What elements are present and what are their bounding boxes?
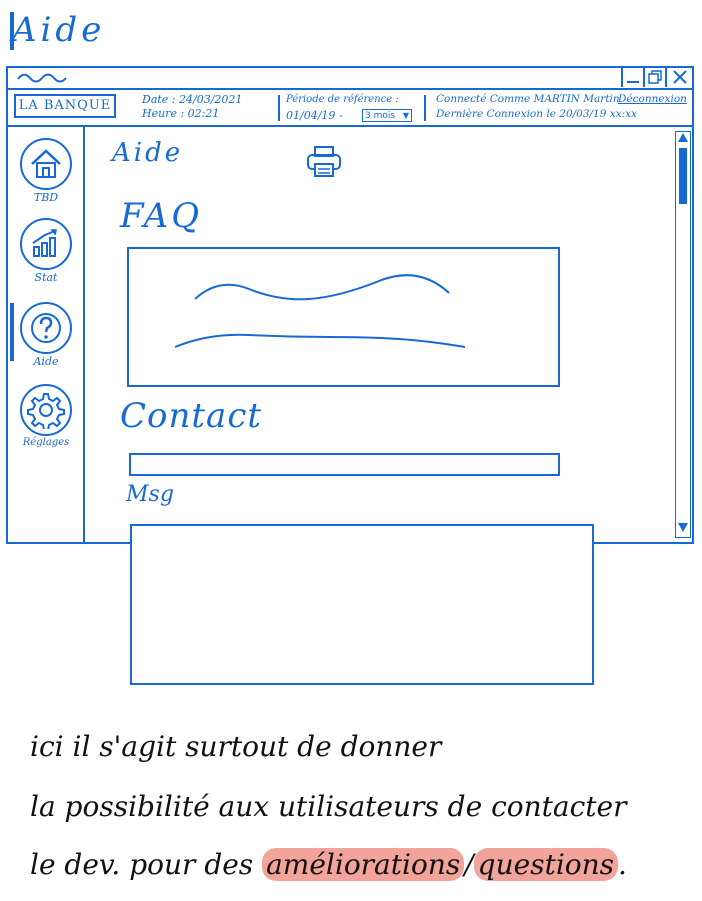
minimize-button[interactable] — [621, 67, 642, 87]
help-icon — [20, 302, 72, 354]
titlebar-divider — [6, 88, 694, 90]
message-textarea[interactable] — [130, 524, 594, 685]
highlight-improvements: améliorations — [262, 848, 465, 881]
content-heading: Aide — [112, 138, 184, 168]
logout-link[interactable]: Déconnexion — [618, 93, 687, 106]
bank-logo: LA BANQUE — [14, 94, 116, 118]
contact-input[interactable] — [129, 453, 560, 476]
note-line-3-suffix: . — [618, 848, 627, 881]
restore-icon — [647, 70, 662, 84]
scroll-up-icon[interactable] — [678, 133, 688, 142]
chart-icon — [20, 218, 72, 270]
connected-user: Connecté Comme MARTIN Martin — [436, 93, 620, 105]
sidebar-item-stat[interactable]: Stat — [12, 218, 80, 284]
header-separator — [424, 95, 426, 121]
faq-text-placeholder — [174, 274, 466, 348]
minimize-icon — [626, 81, 639, 83]
date-text: Date : 24/03/2021 — [142, 93, 243, 106]
scroll-down-icon[interactable] — [678, 523, 688, 532]
highlight-questions: questions — [473, 848, 619, 881]
sidebar-item-tbd[interactable]: TBD — [12, 138, 80, 204]
faq-panel — [127, 247, 560, 387]
sidebar-item-label: Réglages — [22, 437, 70, 448]
scrollbar-thumb[interactable] — [679, 148, 687, 204]
contact-title: Contact — [120, 396, 263, 436]
faq-title: FAQ — [120, 196, 203, 236]
sidebar-item-label: Stat — [34, 271, 58, 284]
note-line-3: le dev. pour des améliorations / questions… — [30, 848, 690, 881]
home-icon — [20, 138, 72, 190]
app-menu-icon[interactable] — [16, 70, 72, 84]
sidebar-item-label: Aide — [33, 355, 59, 368]
sidebar-item-label: TBD — [33, 191, 59, 204]
note-line-3-sep: / — [464, 848, 474, 881]
chevron-down-icon: ▼ — [402, 111, 409, 120]
print-icon[interactable] — [306, 145, 342, 179]
close-button[interactable] — [665, 67, 693, 87]
header-separator — [278, 95, 280, 121]
page-title: Aide — [12, 10, 106, 50]
message-title: Msg — [126, 482, 174, 507]
period-label: Période de référence : — [286, 94, 399, 105]
header-divider — [6, 125, 694, 127]
sidebar-divider — [83, 126, 85, 544]
period-select[interactable]: 3 mois ▼ — [362, 109, 412, 122]
gear-icon — [20, 384, 72, 436]
time-text: Heure : 02:21 — [142, 107, 220, 120]
sidebar-item-aide[interactable]: Aide — [12, 302, 80, 368]
maximize-button[interactable] — [643, 67, 664, 87]
last-connection: Dernière Connexion le 20/03/19 xx:xx — [436, 108, 637, 120]
period-start: 01/04/19 - — [286, 109, 343, 122]
close-icon — [673, 70, 687, 84]
note-line-1: ici il s'agit surtout de donner — [30, 730, 442, 763]
note-line-2: la possibilité aux utilisateurs de conta… — [30, 790, 627, 823]
sidebar-item-reglages[interactable]: Réglages — [12, 384, 80, 448]
period-select-value: 3 mois — [365, 111, 396, 121]
note-line-3-prefix: le dev. pour des — [30, 848, 254, 881]
